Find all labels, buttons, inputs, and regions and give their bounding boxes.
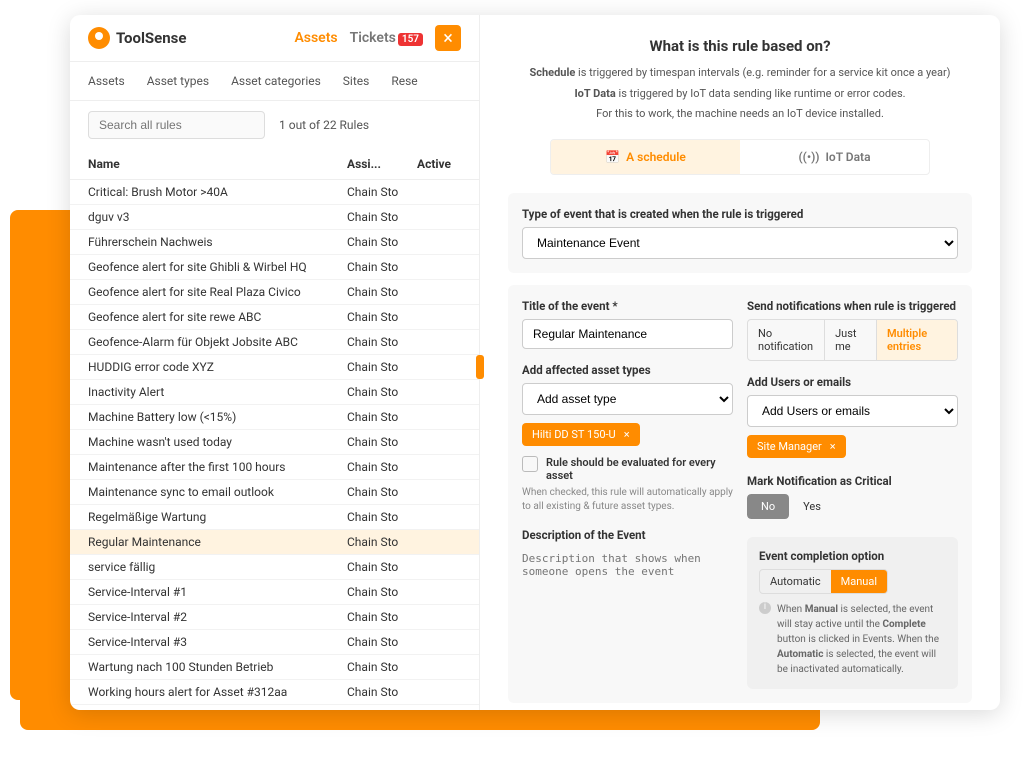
col-active[interactable]: Active — [417, 157, 461, 171]
asset-types-label: Add affected asset types — [522, 363, 733, 377]
brand-logo[interactable]: ToolSense — [88, 27, 186, 49]
table-row[interactable]: service fälligChain Sto — [70, 555, 479, 580]
table-row[interactable]: Machine Battery low (<15%)Chain Sto — [70, 405, 479, 430]
col-assi[interactable]: Assi... — [347, 157, 417, 171]
table-row[interactable]: Regular MaintenanceChain Sto — [70, 530, 479, 555]
notif-option[interactable]: Just me — [825, 320, 877, 360]
notif-option[interactable]: Multiple entries — [877, 320, 957, 360]
left-panel: ToolSense Assets Tickets157 × AssetsAsse… — [70, 15, 480, 710]
subnav-item[interactable]: Asset categories — [231, 74, 321, 88]
rule-count: 1 out of 22 Rules — [279, 118, 369, 132]
event-type-select[interactable]: Maintenance Event — [522, 227, 958, 259]
rule-editor: What is this rule based on? Schedule is … — [480, 15, 1000, 710]
close-icon[interactable]: × — [624, 428, 630, 441]
user-chip[interactable]: Site Manager× — [747, 435, 846, 458]
table-row[interactable]: Service-Interval #2Chain Sto — [70, 605, 479, 630]
table-row[interactable]: Geofence alert for site rewe ABCChain St… — [70, 305, 479, 330]
search-input[interactable] — [88, 111, 265, 139]
table-row[interactable]: Service-Interval #1Chain Sto — [70, 580, 479, 605]
table-row[interactable]: Geofence alert for site Real Plaza Civic… — [70, 280, 479, 305]
asset-type-select[interactable]: Add asset type — [522, 383, 733, 415]
notif-label: Send notifications when rule is triggere… — [747, 299, 958, 313]
panel-resize-handle[interactable] — [476, 355, 484, 379]
users-select[interactable]: Add Users or emails — [747, 395, 958, 427]
subnav-item[interactable]: Asset types — [147, 74, 209, 88]
table-row[interactable]: Führerschein NachweisChain Sto — [70, 230, 479, 255]
table-row[interactable]: Service-Interval #3Chain Sto — [70, 630, 479, 655]
form-heading: What is this rule based on? — [508, 37, 972, 55]
col-name[interactable]: Name — [88, 157, 347, 171]
table-row[interactable]: Geofence-Alarm für Objekt Jobsite ABCCha… — [70, 330, 479, 355]
signal-icon: ((•)) — [798, 150, 819, 164]
subnav-item[interactable]: Assets — [88, 74, 125, 88]
logo-icon — [88, 27, 110, 49]
notif-option[interactable]: No notification — [748, 320, 825, 360]
completion-label: Event completion option — [759, 549, 946, 563]
topbar: ToolSense Assets Tickets157 × — [70, 15, 479, 62]
desc-label: Description of the Event — [522, 528, 733, 542]
critical-label: Mark Notification as Critical — [747, 474, 958, 488]
users-label: Add Users or emails — [747, 375, 958, 389]
title-label: Title of the event * — [522, 299, 733, 313]
close-icon[interactable]: × — [830, 440, 836, 453]
completion-toggle: Automatic Manual — [759, 569, 888, 594]
rules-table: Name Assi... Active Critical: Brush Moto… — [70, 149, 479, 710]
brand-name: ToolSense — [116, 29, 186, 47]
evaluate-all-checkbox[interactable] — [522, 456, 538, 472]
search-row: 1 out of 22 Rules — [70, 101, 479, 149]
table-row[interactable]: Working hours alert for Asset #312aaChai… — [70, 680, 479, 705]
tab-schedule[interactable]: 📅A schedule — [551, 140, 740, 174]
tickets-badge: 157 — [398, 33, 423, 46]
critical-yes[interactable]: Yes — [789, 494, 835, 519]
table-row[interactable]: Maintenance sync to email outlookChain S… — [70, 480, 479, 505]
table-row[interactable]: Wartung nach 100 Stunden BetriebChain St… — [70, 655, 479, 680]
table-row[interactable]: Inactivity AlertChain Sto — [70, 380, 479, 405]
asset-chip[interactable]: Hilti DD ST 150-U× — [522, 423, 640, 446]
table-row[interactable]: dguv v3Chain Sto — [70, 205, 479, 230]
comp-auto[interactable]: Automatic — [760, 570, 831, 593]
tab-iot[interactable]: ((•))IoT Data — [740, 140, 929, 174]
table-row[interactable]: Working hours alert for Asset #A10003Cha… — [70, 705, 479, 710]
subnav-item[interactable]: Rese — [391, 74, 417, 88]
info-icon: i — [759, 602, 771, 614]
critical-no[interactable]: No — [747, 494, 789, 519]
notif-segment: No notificationJust meMultiple entries — [747, 319, 958, 361]
subnav-item[interactable]: Sites — [343, 74, 370, 88]
nav-tickets[interactable]: Tickets157 — [350, 30, 423, 46]
table-row[interactable]: Maintenance after the first 100 hoursCha… — [70, 455, 479, 480]
desc-textarea[interactable] — [522, 548, 733, 604]
table-row[interactable]: HUDDIG error code XYZChain Sto — [70, 355, 479, 380]
subnav: Assets Asset types Asset categories Sites Re… — [70, 62, 479, 101]
table-row[interactable]: Critical: Brush Motor >40AChain Sto — [70, 180, 479, 205]
table-row[interactable]: Geofence alert for site Ghibli & Wirbel … — [70, 255, 479, 280]
app-window: ToolSense Assets Tickets157 × AssetsAsse… — [70, 15, 1000, 710]
event-type-label: Type of event that is created when the r… — [522, 207, 958, 221]
table-row[interactable]: Regelmäßige WartungChain Sto — [70, 505, 479, 530]
comp-manual[interactable]: Manual — [831, 570, 887, 593]
table-row[interactable]: Machine wasn't used todayChain Sto — [70, 430, 479, 455]
basis-toggle: 📅A schedule ((•))IoT Data — [550, 139, 930, 175]
title-input[interactable] — [522, 319, 733, 349]
close-icon[interactable]: × — [435, 25, 461, 51]
calendar-icon: 📅 — [605, 150, 620, 164]
nav-assets[interactable]: Assets — [294, 30, 337, 46]
critical-toggle: No Yes — [747, 494, 835, 519]
